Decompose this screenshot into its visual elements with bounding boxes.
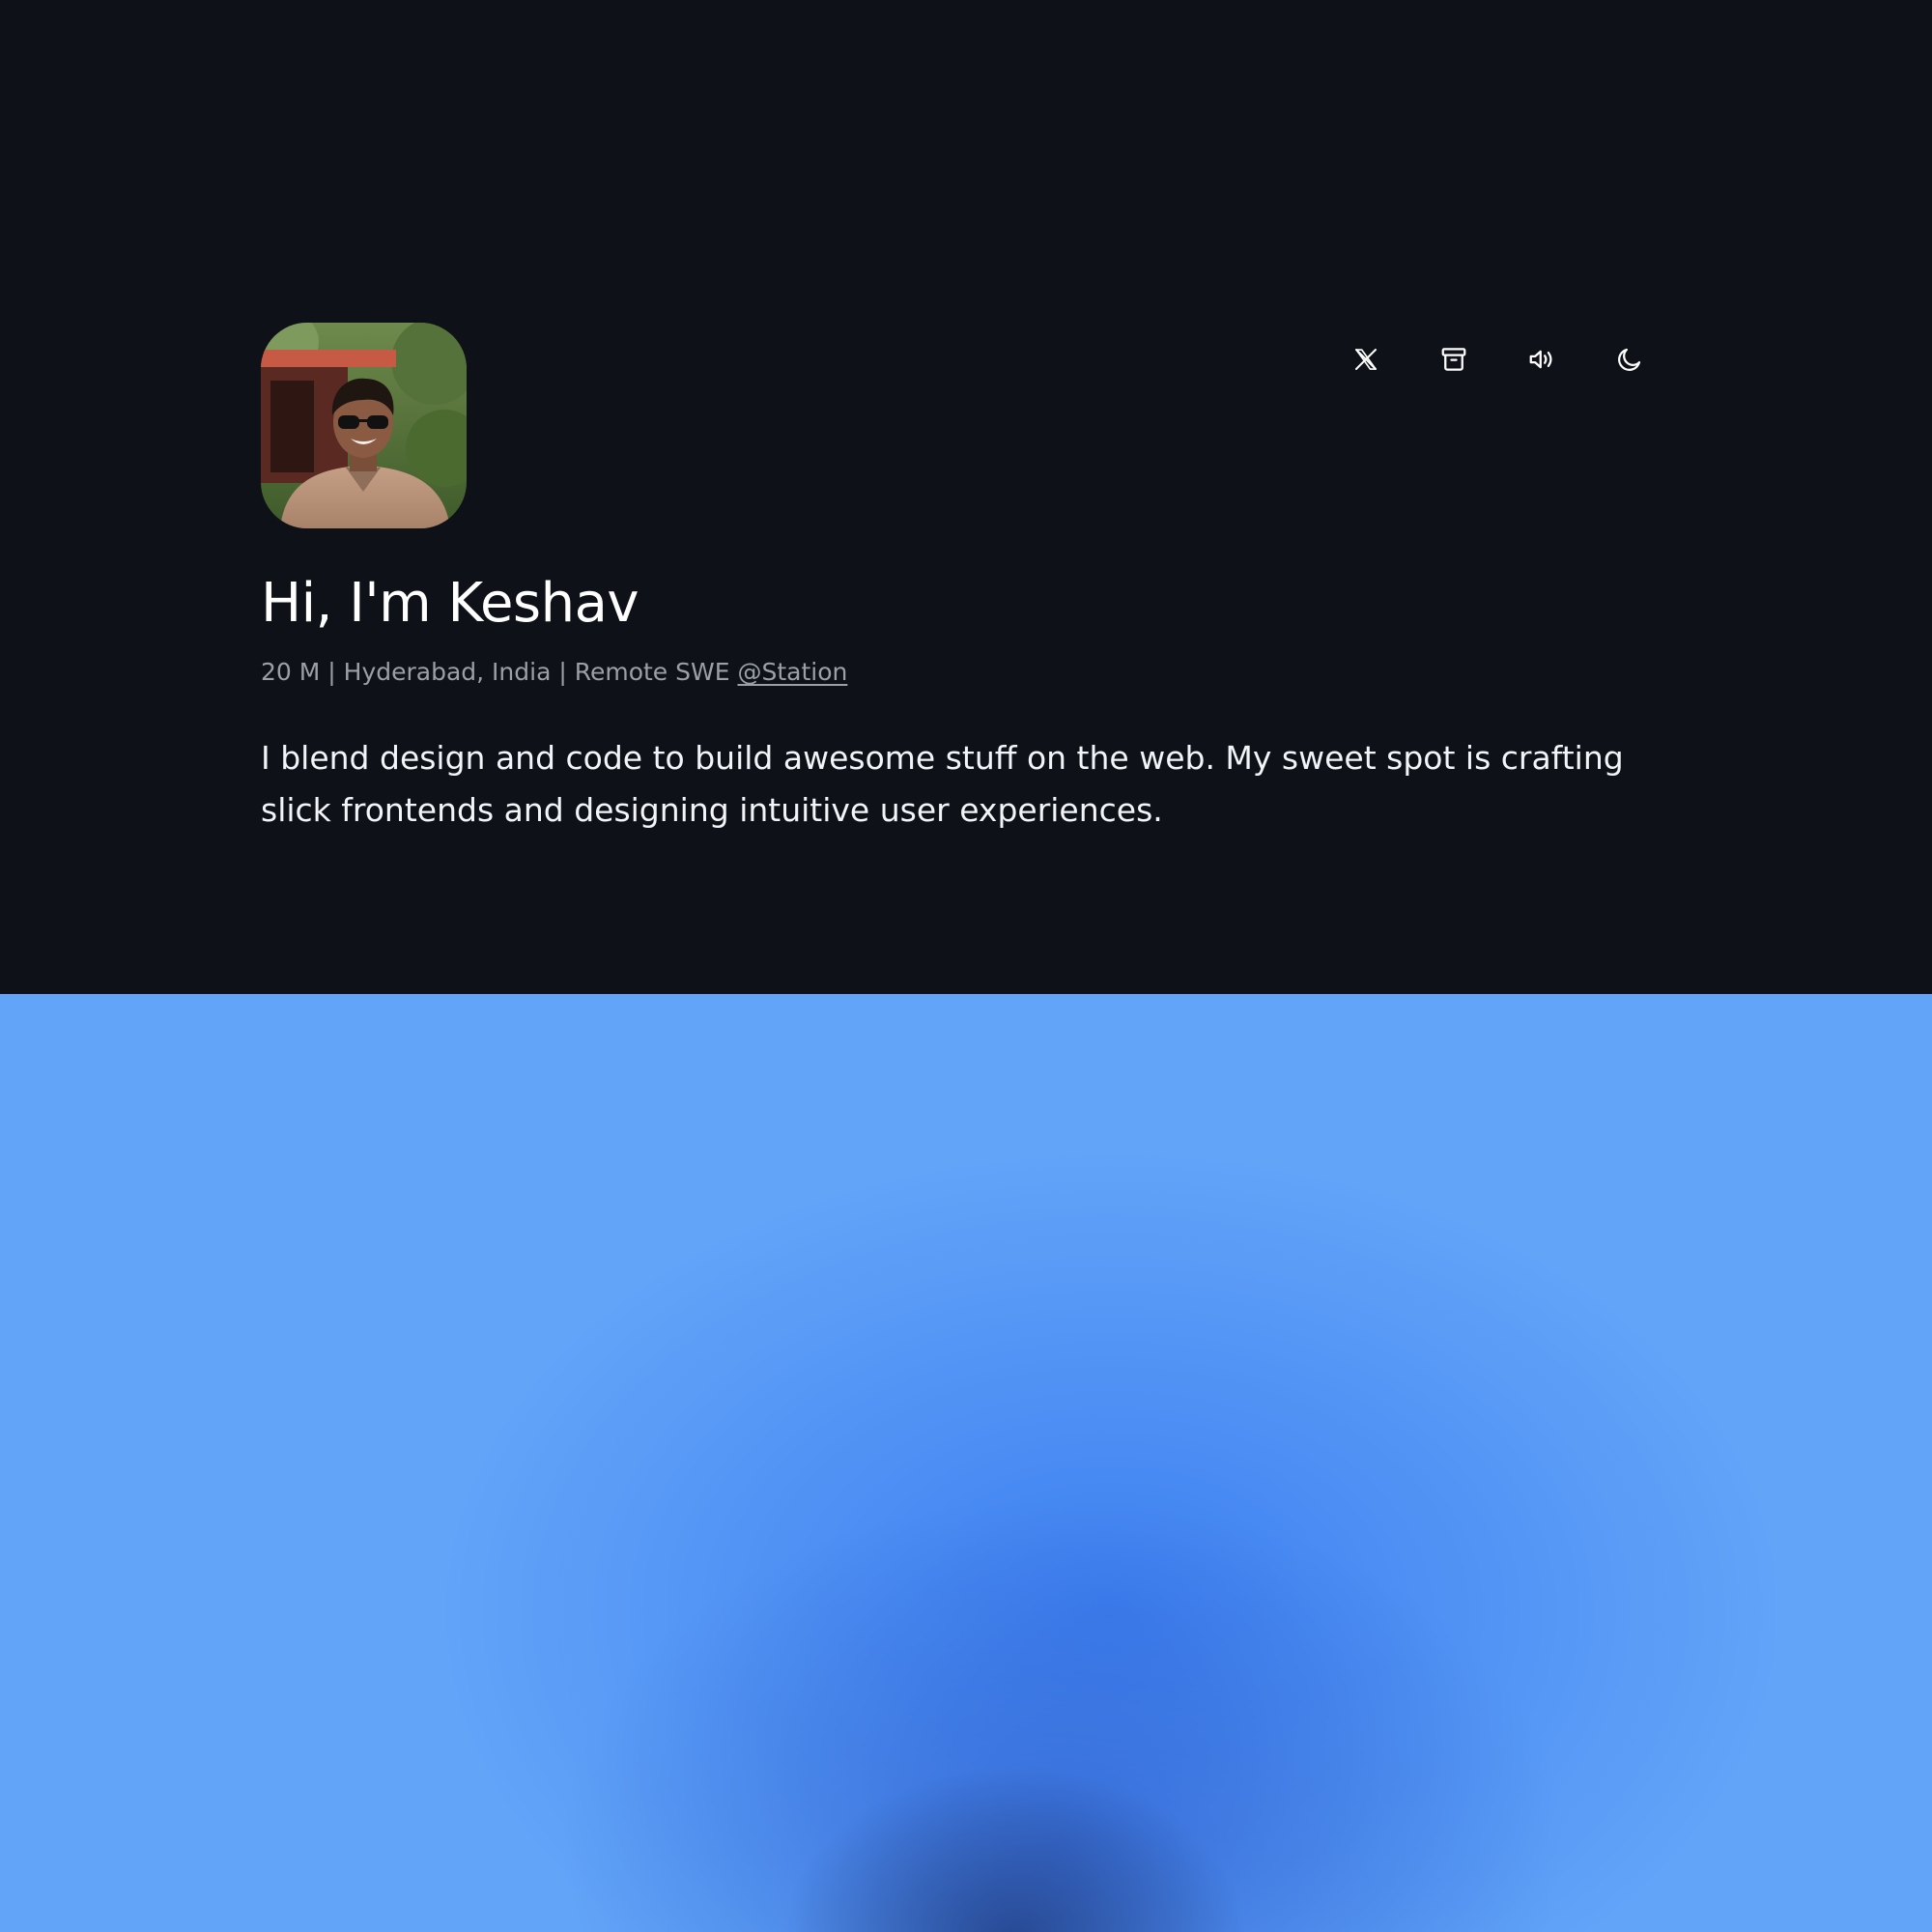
page: Hi, I'm Keshav 20 M | Hyderabad, India |… — [0, 0, 1932, 1932]
avatar-photo — [261, 323, 467, 528]
archive-icon[interactable] — [1428, 333, 1480, 385]
profile-meta: 20 M | Hyderabad, India | Remote SWE @St… — [261, 655, 847, 690]
avatar — [261, 323, 467, 528]
meta-text: 20 M | Hyderabad, India | Remote SWE — [261, 658, 738, 686]
moon-icon[interactable] — [1604, 333, 1656, 385]
x-twitter-icon[interactable] — [1340, 333, 1392, 385]
company-link[interactable]: @Station — [737, 658, 847, 686]
speaker-icon[interactable] — [1516, 333, 1568, 385]
blue-gradient-section — [0, 994, 1932, 1932]
bio-text: I blend design and code to build awesome… — [261, 739, 1624, 829]
intro-section: Hi, I'm Keshav 20 M | Hyderabad, India |… — [0, 0, 1932, 994]
page-title: Hi, I'm Keshav — [261, 572, 639, 635]
toolbar — [1340, 333, 1656, 385]
